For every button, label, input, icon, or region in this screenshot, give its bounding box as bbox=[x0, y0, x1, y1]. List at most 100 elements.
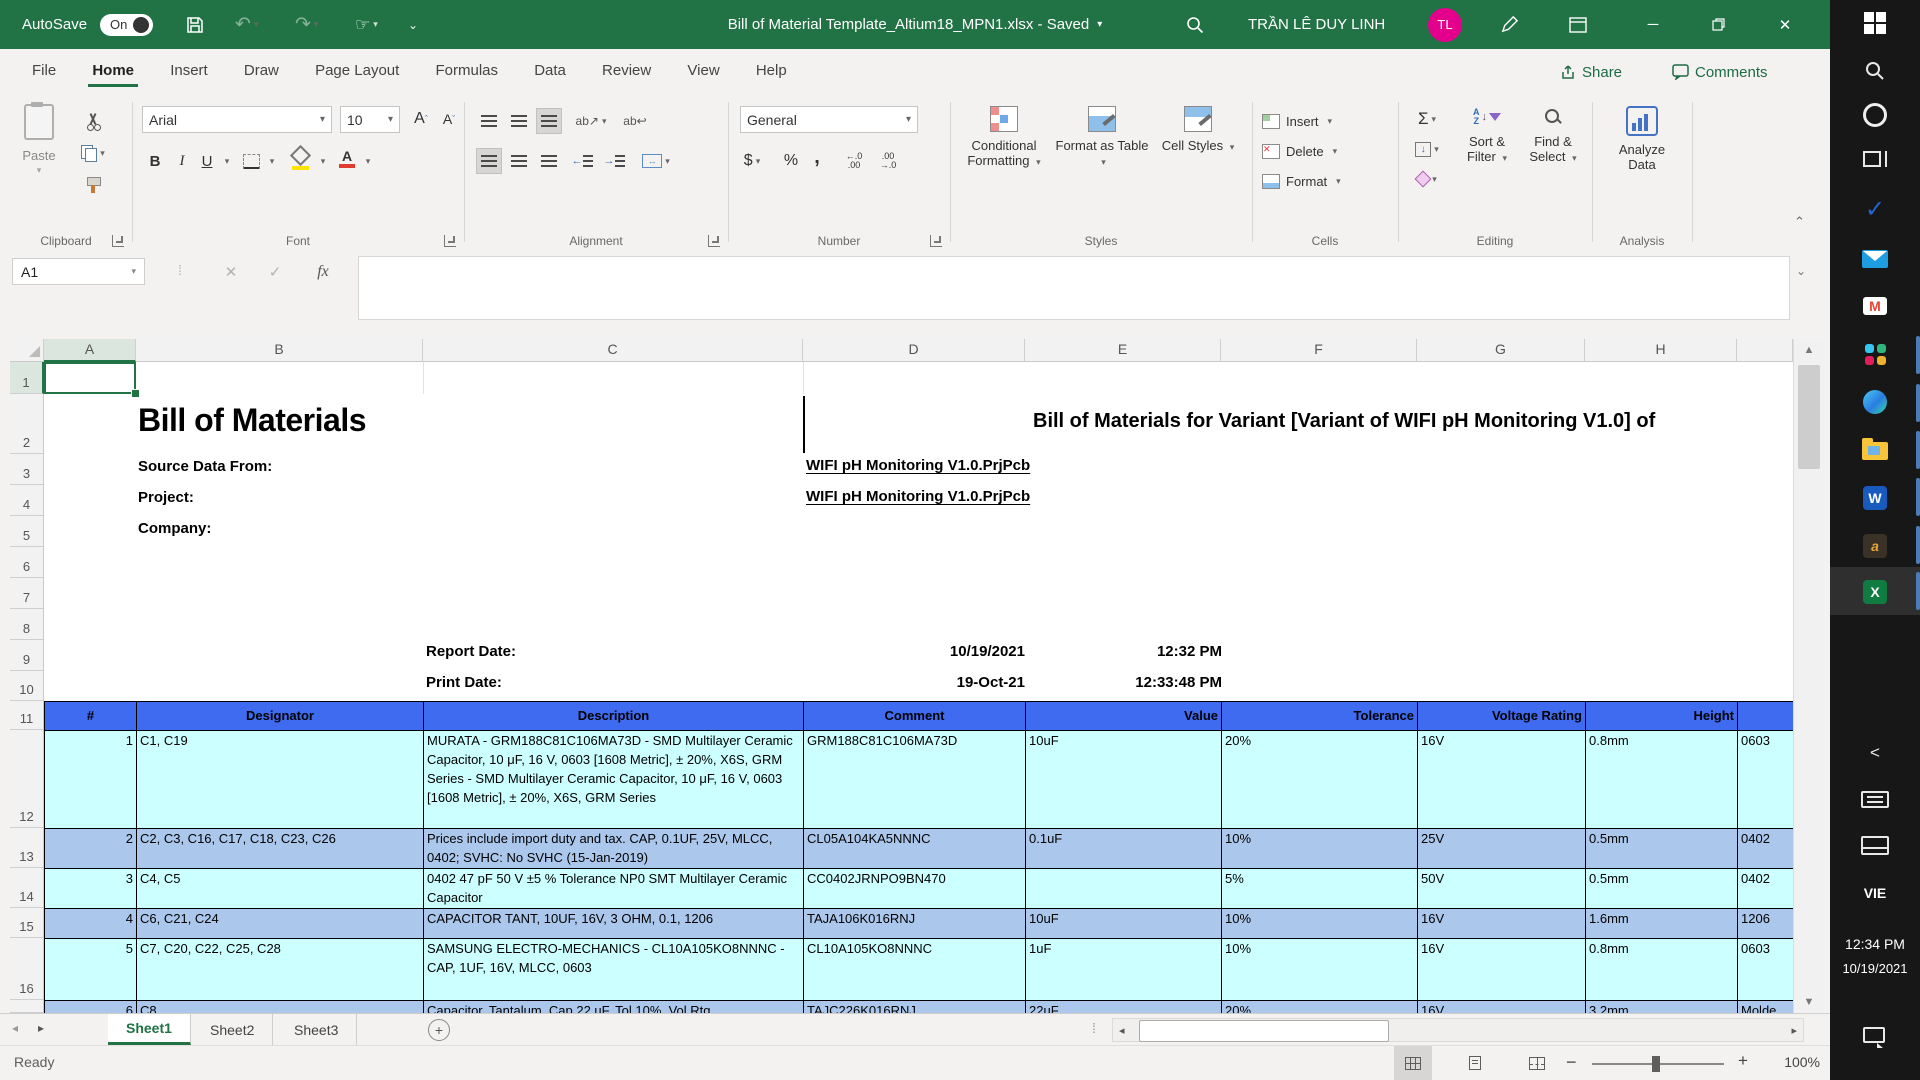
sheet-nav-left-icon[interactable]: ◂ bbox=[12, 1021, 18, 1035]
row-header-3[interactable]: 3 bbox=[10, 454, 44, 485]
action-center-button[interactable] bbox=[1830, 1022, 1920, 1052]
font-color-dropdown[interactable]: ▾ bbox=[362, 148, 374, 174]
new-sheet-button[interactable]: + bbox=[428, 1019, 450, 1041]
cell-print-date-label[interactable]: Print Date: bbox=[426, 674, 502, 691]
wrap-text-button[interactable]: ab↩ bbox=[620, 108, 650, 134]
bom-cell[interactable]: C4, C5 bbox=[137, 869, 424, 909]
account-button[interactable]: TL bbox=[1428, 0, 1462, 49]
clock-time[interactable]: 12:34 PM bbox=[1830, 934, 1920, 954]
page-layout-view-button[interactable] bbox=[1456, 1046, 1494, 1080]
bom-header-cell[interactable]: Designator bbox=[137, 702, 424, 731]
share-button[interactable]: Share bbox=[1560, 59, 1622, 85]
tab-view[interactable]: View bbox=[671, 49, 735, 90]
row-header-2[interactable]: 2 bbox=[10, 394, 44, 454]
tab-page-layout[interactable]: Page Layout bbox=[299, 49, 415, 90]
format-as-table-button[interactable]: Format as Table ▾ bbox=[1054, 106, 1150, 170]
cell-source-link[interactable]: WIFI pH Monitoring V1.0.PrjPcb bbox=[806, 457, 1030, 474]
bom-cell[interactable]: 0.1uF bbox=[1026, 829, 1222, 869]
clipboard-dialog-launcher[interactable] bbox=[112, 235, 124, 247]
orientation-button[interactable]: ab↗▾ bbox=[574, 108, 608, 134]
cell-styles-button[interactable]: Cell Styles ▾ bbox=[1152, 106, 1244, 155]
bom-header-cell[interactable]: Voltage Rating bbox=[1418, 702, 1586, 731]
edge-button[interactable] bbox=[1830, 386, 1920, 418]
cell-source-label[interactable]: Source Data From: bbox=[138, 458, 272, 475]
number-dialog-launcher[interactable] bbox=[930, 235, 942, 247]
row-header-partial[interactable] bbox=[10, 1000, 44, 1013]
start-button[interactable] bbox=[1830, 8, 1920, 38]
bom-cell[interactable]: 0.8mm bbox=[1586, 731, 1738, 829]
bom-cell[interactable]: 4 bbox=[45, 909, 137, 939]
zoom-slider-thumb[interactable] bbox=[1652, 1056, 1660, 1072]
insert-cells-button[interactable]: Insert▾ bbox=[1262, 108, 1388, 134]
confirm-entry-button[interactable]: ✓ bbox=[258, 258, 292, 285]
bom-cell[interactable]: 10uF bbox=[1026, 909, 1222, 939]
bom-cell[interactable]: 0603 bbox=[1738, 731, 1793, 829]
scroll-up-icon[interactable]: ▲ bbox=[1794, 339, 1824, 361]
autosave-toggle[interactable]: On bbox=[100, 0, 153, 49]
bom-cell[interactable]: 16V bbox=[1418, 939, 1586, 1001]
expand-formula-bar-button[interactable]: ⌄ bbox=[1796, 264, 1806, 278]
row-header-14[interactable]: 14 bbox=[10, 868, 44, 908]
horizontal-scrollbar[interactable]: ◂ ▸ bbox=[1112, 1018, 1804, 1042]
merge-center-button[interactable]: ↔ ▾ bbox=[636, 148, 676, 174]
close-button[interactable]: ✕ bbox=[1762, 0, 1808, 49]
search-button[interactable] bbox=[1185, 0, 1205, 49]
clock-date[interactable]: 10/19/2021 bbox=[1830, 958, 1920, 978]
bom-cell[interactable]: 0.5mm bbox=[1586, 869, 1738, 909]
comma-style-button[interactable]: , bbox=[808, 144, 826, 170]
language-indicator[interactable]: VIE bbox=[1830, 880, 1920, 906]
bom-cell[interactable]: 25V bbox=[1418, 829, 1586, 869]
bom-header-cell[interactable]: Tolerance bbox=[1222, 702, 1418, 731]
underline-button[interactable]: U bbox=[196, 148, 218, 174]
name-box[interactable]: A1 ▾ bbox=[12, 258, 145, 285]
bom-cell[interactable]: 0402 bbox=[1738, 829, 1793, 869]
taskbar-search-button[interactable] bbox=[1830, 56, 1920, 86]
bom-cell[interactable]: 22uF bbox=[1026, 1001, 1222, 1013]
paste-button[interactable]: Paste ▾ bbox=[10, 104, 68, 178]
comments-button[interactable]: Comments bbox=[1672, 59, 1768, 85]
tab-data[interactable]: Data bbox=[518, 49, 582, 90]
cell-project-label[interactable]: Project: bbox=[138, 489, 194, 506]
column-header-C[interactable]: C bbox=[423, 339, 803, 362]
column-header-H[interactable]: H bbox=[1585, 339, 1737, 362]
bom-header-cell[interactable]: Comment bbox=[804, 702, 1026, 731]
sheet-tab-sheet2[interactable]: Sheet2 bbox=[192, 1014, 273, 1045]
fill-button[interactable]: ↓▾ bbox=[1408, 136, 1446, 162]
fill-color-button[interactable] bbox=[288, 146, 312, 172]
zoom-out-button[interactable]: − bbox=[1566, 1052, 1577, 1073]
decrease-indent-button[interactable]: ← bbox=[568, 148, 596, 174]
tab-formulas[interactable]: Formulas bbox=[420, 49, 515, 90]
increase-indent-button[interactable]: → bbox=[600, 148, 628, 174]
row-header-9[interactable]: 9 bbox=[10, 640, 44, 671]
bom-cell[interactable]: 0402 47 pF 50 V ±5 % Tolerance NP0 SMT M… bbox=[424, 869, 804, 909]
tab-draw[interactable]: Draw bbox=[228, 49, 295, 90]
font-size-select[interactable]: 10▾ bbox=[340, 106, 400, 133]
bom-cell[interactable]: 1206 bbox=[1738, 909, 1793, 939]
conditional-formatting-button[interactable]: Conditional Formatting ▾ bbox=[956, 106, 1052, 170]
bom-cell[interactable]: TAJC226K016RNJ bbox=[804, 1001, 1026, 1013]
bom-cell[interactable]: CC0402JRNPO9BN470 bbox=[804, 869, 1026, 909]
bom-cell[interactable]: C7, C20, C22, C25, C28 bbox=[137, 939, 424, 1001]
find-select-button[interactable]: Find & Select ▾ bbox=[1522, 108, 1584, 166]
gmail-button[interactable]: M bbox=[1830, 290, 1920, 322]
bom-cell[interactable]: 16V bbox=[1418, 731, 1586, 829]
scroll-left-icon[interactable]: ◂ bbox=[1119, 1024, 1125, 1037]
formula-input[interactable] bbox=[358, 256, 1790, 320]
row-header-11[interactable]: 11 bbox=[10, 701, 44, 730]
vertical-scroll-thumb[interactable] bbox=[1798, 365, 1820, 469]
bom-cell[interactable]: C8 bbox=[137, 1001, 424, 1013]
sheet-nav-right-icon[interactable]: ▸ bbox=[38, 1021, 44, 1035]
zoom-in-button[interactable]: + bbox=[1738, 1051, 1748, 1071]
bom-cell[interactable]: 10% bbox=[1222, 829, 1418, 869]
column-header-E[interactable]: E bbox=[1025, 339, 1221, 362]
autosum-button[interactable]: Σ▾ bbox=[1408, 106, 1446, 132]
row-header-7[interactable]: 7 bbox=[10, 578, 44, 609]
bom-cell[interactable]: C2, C3, C16, C17, C18, C23, C26 bbox=[137, 829, 424, 869]
save-button[interactable] bbox=[185, 0, 205, 49]
decrease-decimal-button[interactable]: .00→.0 bbox=[874, 148, 902, 174]
tab-review[interactable]: Review bbox=[586, 49, 667, 90]
align-right-button[interactable] bbox=[536, 148, 562, 174]
bom-cell[interactable]: 20% bbox=[1222, 731, 1418, 829]
draw-pen-button[interactable] bbox=[1500, 0, 1519, 49]
bom-cell[interactable]: C1, C19 bbox=[137, 731, 424, 829]
